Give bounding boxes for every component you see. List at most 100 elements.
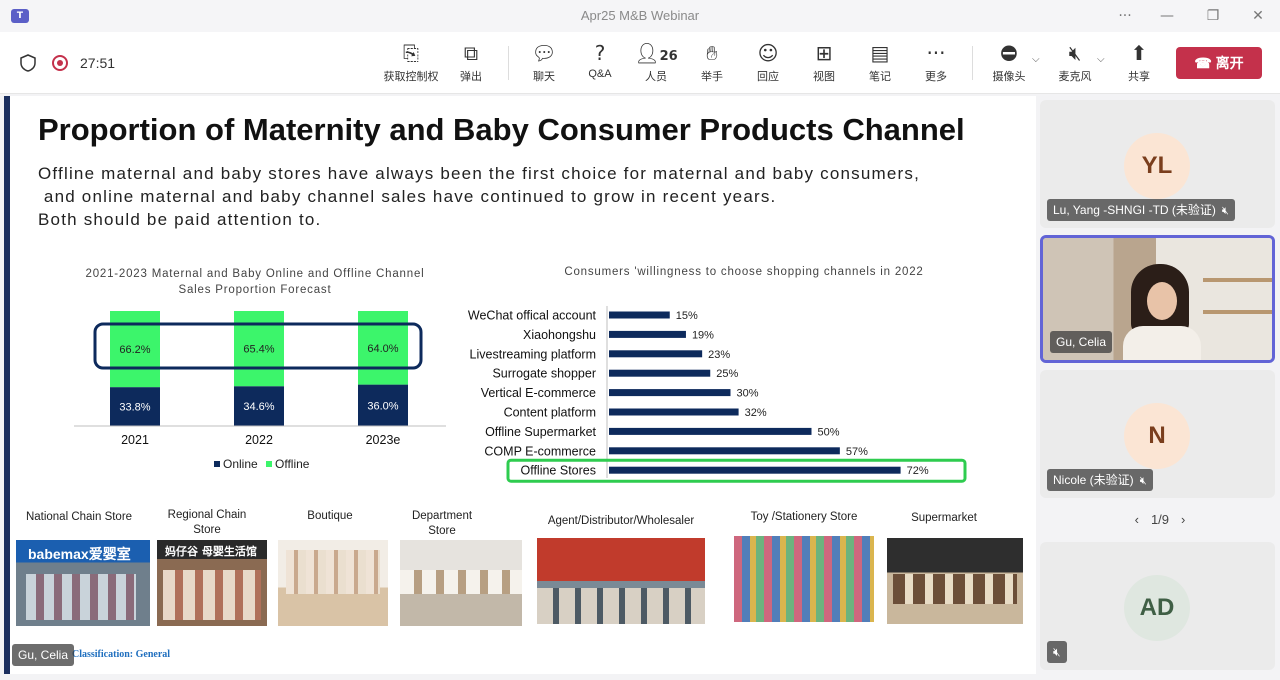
x-tick-label: 2023e xyxy=(366,433,401,447)
close-icon[interactable]: ✕ xyxy=(1244,6,1272,26)
mic-options-chevron-icon[interactable]: ⌵ xyxy=(1097,54,1105,65)
data-label: 15% xyxy=(676,310,698,322)
raise-hand-button[interactable]: ✋︎ 举手 xyxy=(683,40,741,88)
data-label: 23% xyxy=(708,349,730,361)
supermarket-image xyxy=(887,538,1023,624)
toolbar-divider xyxy=(972,46,973,80)
people-button[interactable]: 👤︎26 人员 xyxy=(627,40,685,88)
data-label: 32% xyxy=(745,407,767,419)
presenter-name-chip: Gu, Celia xyxy=(12,644,75,666)
notes-button[interactable]: ▤ 笔记 xyxy=(851,40,909,88)
national-chain-store-image: babemax爱婴室 xyxy=(16,540,150,626)
title-bar: T Apr25 M&B Webinar ··· — ❐ ✕ xyxy=(0,0,1280,32)
page-indicator: 1/9 xyxy=(1150,512,1170,527)
participant-name: Gu, Celia xyxy=(1050,331,1113,353)
category-agent: Agent/Distributor/Wholesaler xyxy=(547,515,695,527)
participant-tile[interactable]: N Nicole (未验证) 🔇︎ xyxy=(1040,370,1275,498)
mic-off-icon: 🔇︎ xyxy=(1139,475,1147,487)
person-face xyxy=(1147,282,1177,320)
people-count: 26 xyxy=(659,49,678,64)
recording-icon xyxy=(52,55,68,71)
take-control-button[interactable]: ⎘ 获取控制权 xyxy=(382,40,440,88)
share-button[interactable]: ⬆︎ 共享 xyxy=(1110,40,1168,88)
agent-wholesaler-image xyxy=(537,538,705,624)
participant-tile[interactable]: AD 🔇︎ xyxy=(1040,542,1275,670)
slide-accent-bar xyxy=(4,96,10,674)
people-icon: 👤︎26 xyxy=(634,41,678,65)
store-sign: babemax爱婴室 xyxy=(28,546,131,562)
mic-off-icon: 🔇︎ xyxy=(1221,205,1229,217)
shared-slide: Proportion of Maternity and Baby Consume… xyxy=(4,96,1036,674)
store-sign: 妈仔谷 母婴生活馆 xyxy=(165,545,257,558)
department-store-image xyxy=(400,540,522,626)
pop-out-icon: ⧉ xyxy=(463,41,479,65)
legend-swatch-offline xyxy=(266,461,272,467)
category-label: Content platform xyxy=(504,406,596,420)
data-label-online: 34.6% xyxy=(243,401,274,413)
data-label-offline: 66.2% xyxy=(119,344,150,356)
data-label: 19% xyxy=(692,329,714,341)
bar xyxy=(609,466,901,474)
shield-icon[interactable] xyxy=(20,54,36,72)
data-label-offline: 65.4% xyxy=(243,344,274,356)
bar xyxy=(609,369,711,377)
slide-description-line: and online maternal and baby channel sal… xyxy=(38,187,777,206)
data-label: 25% xyxy=(716,368,738,380)
chevron-left-icon[interactable]: ‹ xyxy=(1135,512,1139,527)
legend-label-online: Online xyxy=(223,457,258,471)
chat-icon: 💬︎ xyxy=(531,41,557,65)
chevron-right-icon[interactable]: › xyxy=(1181,512,1185,527)
chat-button[interactable]: 💬︎ 聊天 xyxy=(515,40,573,88)
data-label-offline: 64.0% xyxy=(367,343,398,355)
bar xyxy=(609,408,739,416)
react-button[interactable]: ☺ 回应 xyxy=(739,40,797,88)
qa-button[interactable]: ? Q&A xyxy=(571,40,629,88)
data-label: 57% xyxy=(846,446,868,458)
restore-icon[interactable]: ❐ xyxy=(1199,6,1227,26)
participant-tile-active[interactable]: Gu, Celia xyxy=(1040,235,1275,363)
window-title: Apr25 M&B Webinar xyxy=(580,8,700,23)
screen-share-icon: ⎘ xyxy=(403,41,419,65)
data-label-online: 36.0% xyxy=(367,400,398,412)
toy-stationery-store-image xyxy=(734,536,874,622)
bar xyxy=(609,350,703,358)
more-options-icon[interactable]: ··· xyxy=(1111,6,1139,26)
view-button[interactable]: ⊞ 视图 xyxy=(795,40,853,88)
category-label: COMP E-commerce xyxy=(484,444,596,458)
category-boutique: Boutique xyxy=(307,510,353,522)
leave-button[interactable]: ☎︎ 离开 xyxy=(1176,47,1262,79)
bar xyxy=(609,447,840,455)
microphone-button[interactable]: 🔇︎ 麦克风 xyxy=(1046,40,1104,88)
more-icon: ··· xyxy=(926,41,946,65)
x-tick-label: 2021 xyxy=(121,433,149,447)
category-label: Offline Supermarket xyxy=(485,425,596,439)
horizontal-bar-chart: 15% WeChat offical account 19% Xiaohongshu 2… xyxy=(468,306,967,483)
more-button[interactable]: ··· 更多 xyxy=(907,40,965,88)
slide-description: Offline maternal and baby stores have al… xyxy=(38,162,920,231)
regional-chain-store-image: 妈仔谷 母婴生活馆 xyxy=(157,540,267,626)
data-label: 50% xyxy=(818,426,840,438)
bar xyxy=(609,330,686,338)
avatar: YL xyxy=(1124,133,1190,199)
camera-off-icon: ⛔︎ xyxy=(1000,41,1018,65)
data-label-online: 33.8% xyxy=(119,402,150,414)
camera-button[interactable]: ⛔︎ 摄像头 xyxy=(980,40,1038,88)
minimize-icon[interactable]: — xyxy=(1153,6,1181,26)
meeting-toolbar: 27:51 ⎘ 获取控制权 ⧉ 弹出 💬︎ 聊天 ? Q&A 👤︎26 人员 ✋… xyxy=(0,32,1280,94)
slide-description-line: Both should be paid attention to. xyxy=(38,210,322,229)
chart2-title: Consumers 'willingness to choose shoppin… xyxy=(564,266,924,278)
shelf xyxy=(1203,310,1272,314)
participant-pager: ‹ 1/9 › xyxy=(1120,512,1200,527)
category-label: Offline Stores xyxy=(520,464,596,478)
share-icon: ⬆︎ xyxy=(1130,41,1148,65)
category-label: WeChat offical account xyxy=(468,309,597,323)
toolbar-divider xyxy=(508,46,509,80)
participant-tile[interactable]: YL Lu, Yang -SHNGI -TD (未验证) 🔇︎ xyxy=(1040,100,1275,228)
view-icon: ⊞ xyxy=(815,41,833,65)
participant-name: Nicole (未验证) 🔇︎ xyxy=(1047,469,1153,491)
legend-swatch-online xyxy=(214,461,220,467)
camera-options-chevron-icon[interactable]: ⌵ xyxy=(1032,54,1040,65)
bar xyxy=(609,427,812,435)
shelf xyxy=(1203,278,1272,282)
pop-out-button[interactable]: ⧉ 弹出 xyxy=(442,40,500,88)
